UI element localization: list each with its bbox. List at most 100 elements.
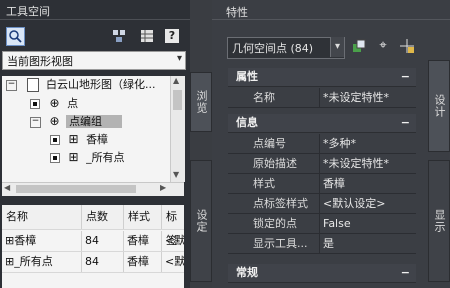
tree-vertical-scrollbar[interactable]: ▲ ▼ (170, 76, 185, 182)
table-cell-count: 84 (82, 231, 124, 251)
tab-display-label: 显示 (433, 209, 446, 233)
drawing-icon (26, 78, 39, 92)
tab-design[interactable]: 设计 (428, 60, 450, 152)
bullet-icon (50, 153, 60, 163)
tab-browse-label: 浏览 (195, 90, 208, 114)
scroll-up-icon[interactable]: ▲ (173, 76, 179, 85)
divider (319, 214, 320, 233)
point-group-icon: ⊞ (5, 234, 15, 247)
table-cell-name: ⊞香樟 (2, 231, 82, 251)
search-icon[interactable] (6, 27, 25, 46)
column-header-style[interactable]: 样式 (124, 205, 162, 229)
tab-design-label: 设计 (433, 94, 446, 118)
view-select-value: 当前图形视图 (7, 55, 73, 68)
select-objects-icon[interactable]: ⌖ (375, 38, 391, 54)
scroll-down-icon[interactable]: ▼ (173, 170, 179, 179)
section-header-properties[interactable]: 属性 − (228, 68, 416, 87)
tab-settings-label: 设定 (195, 209, 208, 233)
bullet-icon (30, 99, 40, 109)
table-cell-name: ⊞_所有点 (2, 252, 82, 272)
tab-browse[interactable]: 浏览 (190, 72, 212, 132)
property-row[interactable]: 名称 *未设定特性* (228, 88, 416, 108)
section-title: 属性 (236, 70, 258, 83)
property-row[interactable]: 样式 香樟 (228, 174, 416, 194)
cell-text: _所有点 (14, 255, 53, 268)
object-type-select[interactable]: 几何空间点 (84) (227, 37, 345, 59)
divider (319, 154, 320, 173)
collapse-icon[interactable]: − (401, 114, 410, 132)
divider (319, 234, 320, 253)
scroll-thumb[interactable] (16, 185, 136, 193)
section-header-general[interactable]: 常规 − (228, 264, 416, 283)
scroll-right-icon[interactable]: ▶ (160, 183, 166, 192)
bullet-icon (50, 135, 60, 145)
divider (319, 194, 320, 213)
tree-item-points[interactable]: ⊕ 点 (30, 94, 78, 112)
collapse-icon[interactable]: − (30, 116, 41, 128)
property-value: *多种* (323, 137, 356, 150)
toggle-pickadd-icon[interactable] (351, 38, 367, 54)
section-header-info[interactable]: 信息 − (228, 114, 416, 133)
object-type-value: 几何空间点 (84) (232, 42, 314, 55)
tree-item-label: _所有点 (86, 151, 125, 164)
chevron-down-icon: ▾ (176, 53, 182, 64)
tree-horizontal-scrollbar[interactable]: ◀ ▶ (2, 182, 184, 196)
tree-item-all-points[interactable]: ⊞ _所有点 (50, 148, 125, 166)
table-icon[interactable] (140, 29, 154, 43)
point-group-icon: ⊞ (5, 255, 15, 268)
point-group-table: 名称 点数 样式 标签 ⊞香樟 84 香樟 <默 ⊞_所有点 84 香樟 <默 (2, 205, 184, 288)
chevron-down-icon[interactable]: ▾ (330, 37, 344, 57)
property-row[interactable]: 锁定的点 False (228, 214, 416, 234)
prospector-tree: − 白云山地形图（绿化... ⊕ 点 − ⊕ 点编组 ⊞ 香樟 ⊞ _所有点 (2, 76, 184, 182)
properties-title: 特性 (226, 6, 248, 19)
collapse-icon[interactable]: − (401, 264, 410, 282)
property-value: *未设定特性* (323, 157, 389, 170)
tree-item-point-groups[interactable]: − ⊕ 点编组 (30, 112, 123, 130)
tree-item-label: 点 (67, 97, 79, 110)
view-select[interactable]: 当前图形视图 ▾ (2, 51, 186, 70)
table-cell-style: 香樟 (124, 231, 162, 251)
property-value: 香樟 (323, 177, 345, 190)
divider (2, 229, 184, 230)
property-value: *未设定特性* (323, 91, 389, 104)
tree-item-label: 点编组 (66, 115, 123, 128)
collapse-icon[interactable]: − (6, 79, 17, 91)
property-value: False (323, 217, 351, 230)
property-value: 是 (323, 237, 334, 250)
divider (2, 272, 184, 273)
tree-item-drawing[interactable]: − 白云山地形图（绿化... (6, 76, 156, 94)
point-icon: ⊕ (49, 96, 60, 110)
collapse-icon[interactable]: − (401, 68, 410, 86)
scroll-thumb[interactable] (173, 90, 182, 110)
property-row[interactable]: 点编号 *多种* (228, 134, 416, 154)
tree-item-label: 白云山地形图（绿化... (46, 78, 156, 91)
cell-text: 香樟 (14, 234, 37, 247)
section-title: 信息 (236, 116, 258, 129)
property-row[interactable]: 显示工具... 是 (228, 234, 416, 254)
table-cell-style: 香樟 (124, 252, 162, 272)
point-group-icon: ⊞ (68, 150, 79, 164)
property-row[interactable]: 点标签样式 <默认设定> (228, 194, 416, 214)
tree-item-label: 香樟 (86, 133, 109, 146)
section-title: 常规 (236, 266, 258, 279)
column-header-label[interactable]: 标签 (162, 205, 184, 247)
divider (0, 19, 190, 20)
tab-display[interactable]: 显示 (428, 160, 450, 282)
scroll-left-icon[interactable]: ◀ (4, 183, 10, 192)
column-header-count[interactable]: 点数 (82, 205, 124, 229)
property-value: <默认设定> (323, 197, 386, 210)
help-icon[interactable]: ? (165, 29, 179, 43)
divider (319, 174, 320, 193)
tab-settings[interactable]: 设定 (190, 160, 212, 282)
property-row[interactable]: 原始描述 *未设定特性* (228, 154, 416, 174)
column-header-name[interactable]: 名称 (2, 205, 82, 229)
tree-item-xiangzhang[interactable]: ⊞ 香樟 (50, 130, 108, 148)
point-group-icon: ⊕ (49, 114, 60, 128)
table-cell-label: <默 (165, 234, 184, 247)
point-group-icon: ⊞ (68, 132, 79, 146)
table-cell-label: <默 (165, 255, 184, 268)
prospector-icon[interactable] (112, 29, 126, 43)
toolspace-title: 工具空间 (6, 5, 50, 18)
quick-select-icon[interactable] (399, 38, 415, 54)
divider (319, 88, 320, 107)
